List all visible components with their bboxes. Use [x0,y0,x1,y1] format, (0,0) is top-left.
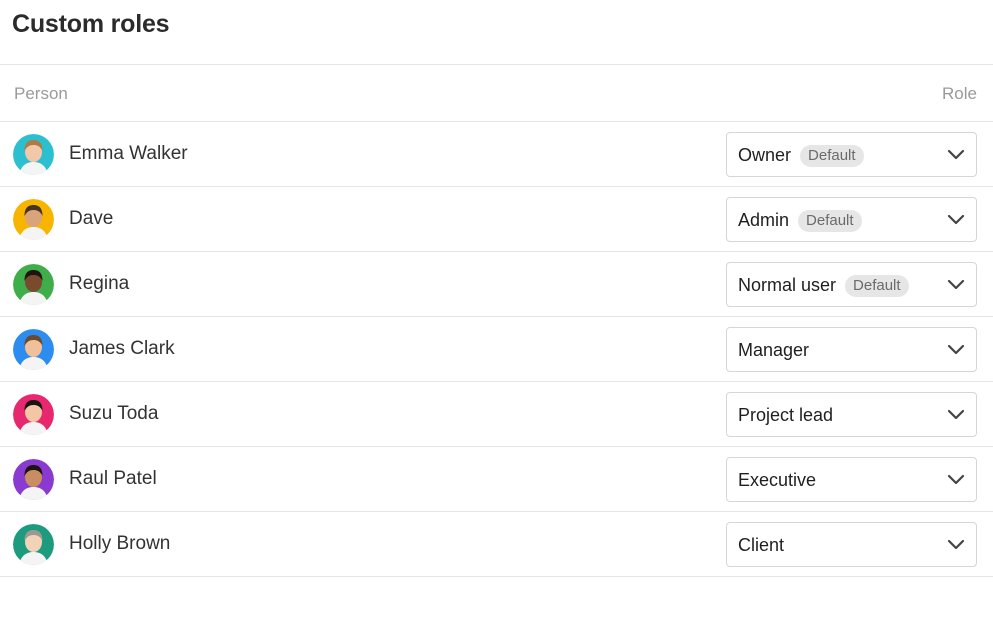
person-name: Dave [69,208,114,229]
default-badge: Default [800,145,864,167]
table-row: Emma Walker Owner Default [0,121,993,186]
chevron-down-icon [947,212,965,226]
custom-roles-page: Custom roles Person Role Emma Walker Owne… [0,0,993,621]
avatar [13,329,54,370]
avatar [13,459,54,500]
role-label: Admin [738,210,790,230]
role-select-value: Manager [738,340,809,361]
column-header-person: Person [14,84,68,103]
person-name: Emma Walker [69,143,188,164]
avatar [13,394,54,435]
avatar [13,264,54,305]
role-select-value: Client [738,535,784,556]
role-select[interactable]: Executive [726,457,977,502]
person-name: Holly Brown [69,533,171,554]
chevron-down-icon [947,342,965,356]
person-avatar-icon [13,459,54,500]
default-badge: Default [845,275,909,297]
table-row: Dave Admin Default [0,186,993,251]
role-select-value: Executive [738,470,816,491]
avatar [13,524,54,565]
role-select-value: Admin Default [738,210,862,232]
person-name: James Clark [69,338,175,359]
role-label: Client [738,535,785,555]
default-badge: Default [798,210,862,232]
table-row: Regina Normal user Default [0,251,993,316]
role-select[interactable]: Admin Default [726,197,977,242]
person-name: Raul Patel [69,468,157,489]
roles-table: Emma Walker Owner Default Dave Admin Default R… [0,121,993,577]
table-row: Holly Brown Client [0,511,993,577]
person-avatar-icon [13,264,54,305]
role-label: Executive [738,470,817,490]
person-name: Regina [69,273,130,294]
role-select[interactable]: Client [726,522,977,567]
person-avatar-icon [13,394,54,435]
table-row: Suzu Toda Project lead [0,381,993,446]
role-label: Manager [738,340,810,360]
role-label: Project lead [738,405,834,425]
role-label: Normal user [738,275,837,295]
role-select-value: Owner Default [738,145,864,167]
role-select[interactable]: Normal user Default [726,262,977,307]
role-select-value: Normal user Default [738,275,909,297]
person-avatar-icon [13,329,54,370]
avatar [13,134,54,175]
role-select[interactable]: Owner Default [726,132,977,177]
person-avatar-icon [13,134,54,175]
title-divider [0,64,993,65]
table-row: James Clark Manager [0,316,993,381]
role-select-value: Project lead [738,405,833,426]
person-name: Suzu Toda [69,403,159,424]
role-select[interactable]: Manager [726,327,977,372]
person-avatar-icon [13,524,54,565]
role-select[interactable]: Project lead [726,392,977,437]
avatar [13,199,54,240]
chevron-down-icon [947,277,965,291]
column-header-role: Role [942,84,977,103]
table-row: Raul Patel Executive [0,446,993,511]
role-label: Owner [738,145,792,165]
page-title: Custom roles [12,10,170,38]
person-avatar-icon [13,199,54,240]
chevron-down-icon [947,407,965,421]
chevron-down-icon [947,537,965,551]
chevron-down-icon [947,147,965,161]
chevron-down-icon [947,472,965,486]
